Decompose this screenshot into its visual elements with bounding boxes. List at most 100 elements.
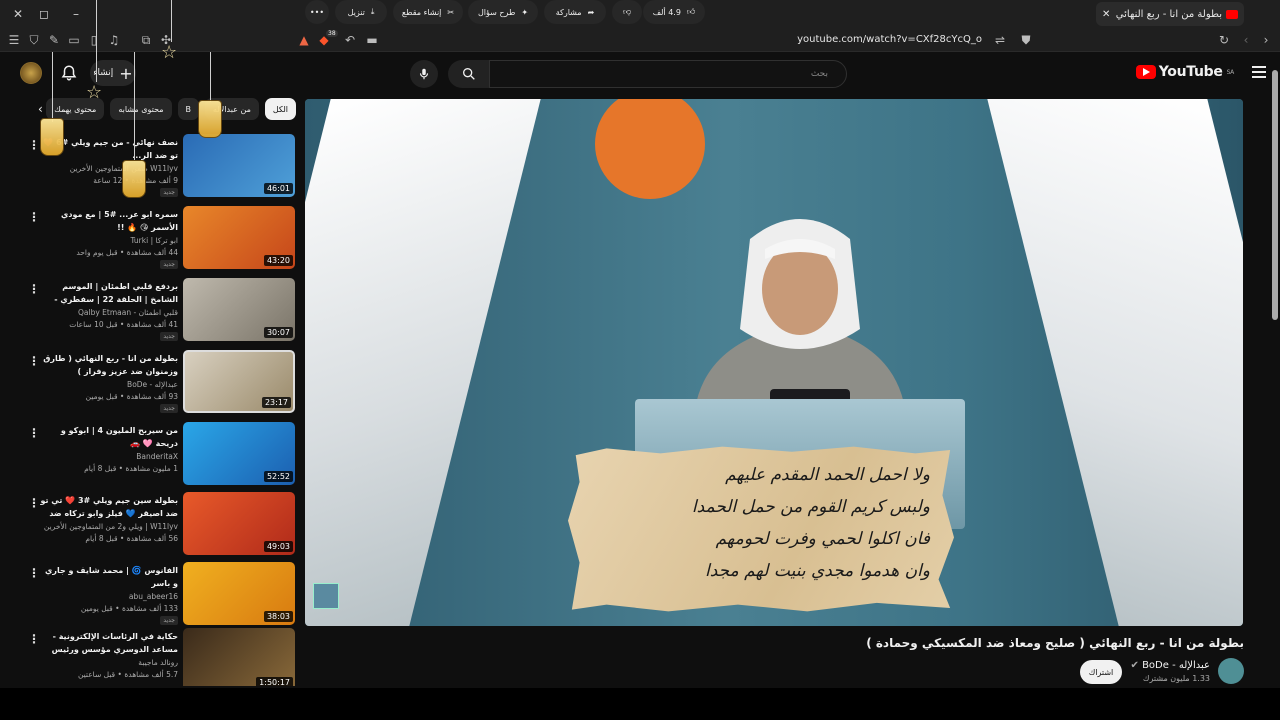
search-button[interactable] xyxy=(448,60,490,88)
tab-close-icon[interactable]: ✕ xyxy=(1102,9,1110,20)
video-thumbnail[interactable]: 49:03 xyxy=(183,492,295,555)
more-actions-icon[interactable]: ⋮ xyxy=(28,426,40,440)
new-badge: جديد xyxy=(160,188,178,197)
more-actions-icon[interactable]: ⋮ xyxy=(28,354,40,368)
video-thumbnail[interactable]: 52:52 xyxy=(183,422,295,485)
video-thumbnail[interactable]: 38:03 xyxy=(183,562,295,625)
tabs-icon[interactable]: ⧉ xyxy=(138,32,154,48)
more-actions-icon[interactable]: ⋮ xyxy=(28,496,40,510)
video-channel[interactable]: عبدالإله - BoDe xyxy=(38,380,178,389)
guide-menu-icon[interactable] xyxy=(1252,66,1266,78)
browser-tab[interactable]: بطولة من انا - ربع النهائي ( صلا ✕ xyxy=(1096,2,1244,26)
music-icon[interactable]: ♫ xyxy=(106,32,122,48)
list-item[interactable]: 49:03 بطولة سين جيم ويلي #3 ❤️ تي تو ضد … xyxy=(0,492,300,558)
lantern-decoration-icon xyxy=(122,160,146,198)
video-channel[interactable]: قلبي اطمئان - Qalby Etmaan xyxy=(38,308,178,317)
clip-label: إنشاء مقطع xyxy=(401,7,442,17)
tab-title: بطولة من انا - ربع النهائي ( صلا xyxy=(1114,8,1222,20)
list-item[interactable]: 52:52 من سيربح المليون 4 | ابوكو و دريحة… xyxy=(0,422,300,488)
triangle-icon[interactable]: ▲ xyxy=(296,32,312,48)
poem-line: وان هدموا مجدي بنيت لهم مجدا xyxy=(705,561,930,581)
subscribe-button[interactable]: اشتراك xyxy=(1080,660,1122,684)
minimize-window-button[interactable]: – xyxy=(64,2,88,26)
poem-line: ولا احمل الحمد المقدم عليهم xyxy=(725,465,930,485)
video-thumbnail[interactable]: 43:20 xyxy=(183,206,295,269)
bookmark-icon[interactable]: ⛊ xyxy=(1018,32,1034,48)
page-scrollbar[interactable] xyxy=(1272,60,1278,680)
chip-similar[interactable]: محتوى مشابه xyxy=(110,98,172,120)
channel-watermark[interactable] xyxy=(313,583,339,609)
list-item[interactable]: 23:17 بطولة من انا - ربع النهائي ( طارق … xyxy=(0,350,300,416)
chip-all[interactable]: الكل xyxy=(264,98,296,120)
video-channel[interactable]: ابو تركا | Turki xyxy=(38,236,178,245)
video-title[interactable]: بطولة سين جيم ويلي #3 ❤️ تي تو ضد اصيقر … xyxy=(38,494,179,520)
channel-avatar[interactable] xyxy=(1218,658,1244,684)
more-actions-icon[interactable]: ⋮ xyxy=(28,632,40,646)
star-decoration-icon: ☆ xyxy=(86,82,103,103)
decoration-string xyxy=(171,0,172,42)
video-thumbnail[interactable]: 30:07 xyxy=(183,278,295,341)
download-icon: ⤓ xyxy=(370,7,375,16)
poem-card: ولا احمل الحمد المقدم عليهم ولبس كريم ال… xyxy=(568,446,954,612)
scrollbar-thumb[interactable] xyxy=(1272,70,1278,320)
video-channel[interactable]: BanderitaX xyxy=(38,452,178,461)
duration-badge: 23:17 xyxy=(261,397,291,408)
channel-name[interactable]: عبدالإله - BoDe ✔ xyxy=(1130,660,1210,671)
video-thumbnail[interactable]: 1:50:17 xyxy=(183,628,295,686)
close-window-button[interactable]: ✕ xyxy=(6,2,30,26)
video-player[interactable]: ولا احمل الحمد المقدم عليهم ولبس كريم ال… xyxy=(305,99,1243,626)
chips-prev-arrow-icon[interactable]: ‹ xyxy=(38,102,43,116)
duration-badge: 52:52 xyxy=(263,471,293,482)
voice-search-button[interactable] xyxy=(410,60,438,88)
like-button[interactable]: 👍︎ 4.9 ألف xyxy=(643,0,705,24)
more-actions-button[interactable]: ••• xyxy=(305,0,329,24)
video-title[interactable]: بطولة من انا - ربع النهائي ( طارق وزمنوا… xyxy=(38,352,178,378)
pen-icon[interactable]: ✎ xyxy=(46,32,62,48)
youtube-logo[interactable]: YouTube SA xyxy=(1135,64,1234,80)
sidebar-icon[interactable]: ▯ xyxy=(86,32,102,48)
video-thumbnail[interactable]: 46:01 xyxy=(183,134,295,197)
video-meta: 1 مليون مشاهدة • قبل 8 أيام xyxy=(84,464,178,473)
window-icon[interactable]: ▭ xyxy=(66,32,82,48)
video-title[interactable]: حكاية في الرئاسات الإلكترونية - مساعد ال… xyxy=(38,630,178,656)
undo-icon[interactable]: ↶ xyxy=(342,32,358,48)
more-actions-icon[interactable]: ⋮ xyxy=(28,282,40,296)
dislike-button[interactable]: 👎︎ xyxy=(612,0,642,24)
video-title[interactable]: الفانوس 🌀 | محمد شايف و جاري و باسر xyxy=(38,564,178,590)
reader-icon[interactable]: ▬ xyxy=(364,32,380,48)
menu-icon[interactable]: ☰ xyxy=(6,32,22,48)
video-title[interactable]: من سيربح المليون 4 | ابوكو و دريحة 🩷 🚗 xyxy=(38,424,178,450)
back-icon[interactable]: ‹ xyxy=(1238,32,1254,48)
video-title[interactable]: سمره ابو عر... #5 | مع مودي الأسمر 😘 🔥 !… xyxy=(38,208,178,234)
reload-icon[interactable]: ↻ xyxy=(1216,32,1232,48)
video-thumbnail[interactable]: 23:17 xyxy=(183,350,295,413)
shield-icon[interactable]: ⛉ xyxy=(26,32,42,48)
forward-icon[interactable]: › xyxy=(1258,32,1274,48)
ask-button[interactable]: ✦ طرح سؤال xyxy=(468,0,538,24)
account-avatar[interactable] xyxy=(20,62,42,84)
notifications-bell-icon[interactable] xyxy=(60,64,78,82)
list-item[interactable]: 30:07 بردفع قلبي اطمئان | الموسم الشامخ … xyxy=(0,278,300,344)
address-bar[interactable]: youtube.com/watch?v=CXf28cYcQ_o xyxy=(392,31,1012,49)
more-actions-icon[interactable]: ⋮ xyxy=(28,210,40,224)
list-item[interactable]: 1:50:17 حكاية في الرئاسات الإلكترونية - … xyxy=(0,628,300,686)
chip-b[interactable]: B xyxy=(177,98,200,120)
video-channel[interactable]: abu_abeer16 xyxy=(38,592,178,601)
more-actions-icon[interactable]: ⋮ xyxy=(28,138,40,152)
video-channel[interactable]: رونالد ماجيبة xyxy=(38,658,178,667)
search-input[interactable]: بحث xyxy=(489,60,847,88)
share-button[interactable]: ➦ مشاركة xyxy=(544,0,606,24)
decoration-string xyxy=(52,52,53,122)
video-meta: 44 ألف مشاهدة • قبل يوم واحد xyxy=(76,248,178,257)
download-button[interactable]: ⤓ تنزيل xyxy=(335,0,387,24)
clip-button[interactable]: ✂ إنشاء مقطع xyxy=(393,0,463,24)
list-item[interactable]: 38:03 الفانوس 🌀 | محمد شايف و جاري و باس… xyxy=(0,562,300,628)
share-link-icon[interactable]: ⇌ xyxy=(992,32,1008,48)
list-item[interactable]: 43:20 سمره ابو عر... #5 | مع مودي الأسمر… xyxy=(0,206,300,272)
video-title[interactable]: بردفع قلبي اطمئان | الموسم الشامخ | الحل… xyxy=(38,280,178,306)
video-channel[interactable]: W11lyv ضمن المتماوجين الأخرين xyxy=(38,164,178,173)
decoration-string xyxy=(96,0,97,82)
more-actions-icon[interactable]: ⋮ xyxy=(28,566,40,580)
restore-window-button[interactable]: ◻ xyxy=(32,2,56,26)
video-channel[interactable]: W11lyv | ويلي و2 من المتماوجين الأخرين xyxy=(38,522,178,531)
